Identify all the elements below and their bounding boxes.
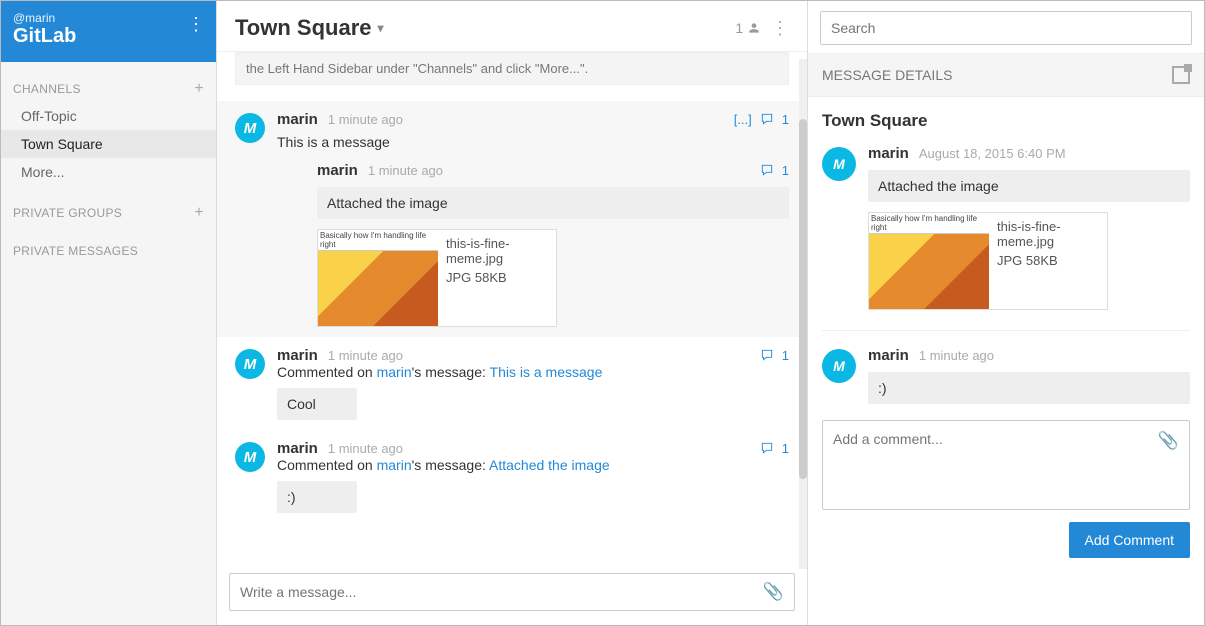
comment-icon[interactable] — [760, 163, 774, 178]
avatar: M — [822, 147, 856, 181]
post-author[interactable]: marin — [868, 347, 909, 364]
commented-on: Commented on marin's message: This is a … — [277, 364, 789, 380]
divider — [822, 330, 1190, 331]
attachment-meta: this-is-fine-meme.jpg JPG 58KB — [989, 213, 1107, 309]
comment-count: 1 — [782, 112, 789, 127]
post-body: Attached the image — [317, 187, 789, 219]
post-time: 1 minute ago — [368, 163, 443, 178]
post-body: :) — [277, 481, 357, 513]
private-messages-header: PRIVATE MESSAGES — [1, 226, 216, 262]
post-time: August 18, 2015 6:40 PM — [919, 146, 1066, 161]
search-input[interactable] — [820, 11, 1192, 45]
scrollbar[interactable] — [799, 59, 807, 569]
paperclip-icon[interactable]: 📎 — [763, 582, 784, 602]
details-root-post: M marin August 18, 2015 6:40 PM Attached… — [822, 145, 1190, 310]
channels-header: CHANNELS + — [1, 62, 216, 102]
avatar: M — [235, 442, 265, 472]
comment-count: 1 — [782, 163, 789, 178]
attachment-size: JPG 58KB — [997, 253, 1099, 268]
attachment[interactable]: this-is-fine-meme.jpg JPG 58KB — [317, 229, 557, 327]
post-author[interactable]: marin — [868, 145, 909, 162]
post-time: 1 minute ago — [328, 112, 403, 127]
team-header: @marin GitLab ⋮ — [1, 1, 216, 62]
sidebar-item-town-square[interactable]: Town Square — [1, 130, 216, 158]
avatar: M — [235, 349, 265, 379]
post-author[interactable]: marin — [277, 111, 318, 128]
add-channel-icon[interactable]: + — [194, 80, 204, 98]
commented-on: Commented on marin's message: Attached t… — [277, 457, 789, 473]
post-body: Attached the image — [868, 170, 1190, 202]
channel-menu-icon[interactable]: ⋮ — [771, 18, 789, 39]
expand-icon[interactable] — [1172, 66, 1190, 84]
avatar: M — [235, 113, 265, 143]
attachment[interactable]: this-is-fine-meme.jpg JPG 58KB — [868, 212, 1108, 310]
attachment-filename: this-is-fine-meme.jpg — [997, 219, 1099, 249]
sidebar-item-more-channels[interactable]: More... — [1, 158, 216, 186]
sidebar-item-off-topic[interactable]: Off-Topic — [1, 102, 216, 130]
post-comment: M marin 1 minute ago 1 Commented on mari… — [217, 430, 807, 523]
team-menu-icon[interactable]: ⋮ — [186, 15, 206, 33]
comment-icon[interactable] — [760, 441, 774, 456]
post-actions-icon[interactable]: [...] — [734, 112, 752, 127]
post-author[interactable]: marin — [317, 162, 358, 179]
comment-icon[interactable] — [760, 112, 774, 127]
team-name: GitLab — [13, 25, 204, 48]
center-column: Town Square ▾ 1 ⋮ the Left Hand Sidebar … — [217, 1, 808, 625]
comment-input-box: 📎 — [822, 420, 1190, 510]
attachment-filename: this-is-fine-meme.jpg — [446, 236, 548, 266]
message-details-title: MESSAGE DETAILS — [822, 67, 952, 83]
commented-on-message-link[interactable]: This is a message — [490, 364, 603, 380]
current-user: @marin — [13, 11, 204, 25]
channel-intro-partial: the Left Hand Sidebar under "Channels" a… — [235, 52, 789, 85]
comment-count: 1 — [782, 348, 789, 363]
post-author[interactable]: marin — [277, 347, 318, 364]
attachment-thumbnail — [318, 230, 438, 326]
channels-title: CHANNELS — [13, 82, 81, 96]
post-time: 1 minute ago — [919, 348, 994, 363]
member-count[interactable]: 1 — [735, 20, 761, 36]
add-comment-button[interactable]: Add Comment — [1069, 522, 1190, 558]
comment-textarea[interactable] — [833, 431, 1179, 491]
channel-name[interactable]: Town Square ▾ — [235, 15, 384, 41]
attachment-meta: this-is-fine-meme.jpg JPG 58KB — [438, 230, 556, 326]
left-sidebar: @marin GitLab ⋮ CHANNELS + Off-Topic Tow… — [1, 1, 217, 625]
message-details-body: Town Square M marin August 18, 2015 6:40… — [808, 97, 1204, 625]
post-time: 1 minute ago — [328, 441, 403, 456]
avatar: M — [822, 349, 856, 383]
add-private-group-icon[interactable]: + — [194, 204, 204, 222]
commented-on-user-link[interactable]: marin — [377, 364, 412, 380]
compose-area: 📎 — [217, 563, 807, 625]
post-reply: marin 1 minute ago 1 Attached the image … — [317, 150, 789, 327]
attachment-thumbnail — [869, 213, 989, 309]
comment-count: 1 — [782, 441, 789, 456]
post-body: Cool — [277, 388, 357, 420]
message-list[interactable]: the Left Hand Sidebar under "Channels" a… — [217, 52, 807, 563]
commented-on-user-link[interactable]: marin — [377, 457, 412, 473]
comment-icon[interactable] — [760, 348, 774, 363]
post-author[interactable]: marin — [277, 440, 318, 457]
post-time: 1 minute ago — [328, 348, 403, 363]
scrollbar-thumb[interactable] — [799, 119, 807, 479]
message-details-header: MESSAGE DETAILS — [808, 53, 1204, 97]
chevron-down-icon: ▾ — [378, 21, 384, 35]
message-input[interactable] — [240, 584, 763, 600]
right-sidebar: MESSAGE DETAILS Town Square M marin Augu… — [808, 1, 1204, 625]
commented-on-message-link[interactable]: Attached the image — [489, 457, 610, 473]
private-groups-header: PRIVATE GROUPS + — [1, 186, 216, 226]
paperclip-icon[interactable]: 📎 — [1158, 431, 1179, 451]
post-comment: M marin 1 minute ago 1 Commented on mari… — [217, 337, 807, 430]
channel-name-text: Town Square — [235, 15, 372, 41]
channel-header: Town Square ▾ 1 ⋮ — [217, 1, 807, 52]
private-groups-title: PRIVATE GROUPS — [13, 206, 122, 220]
post-root: M marin 1 minute ago [...] 1 This is a m… — [217, 101, 807, 337]
attachment-size: JPG 58KB — [446, 270, 548, 285]
post-body: This is a message — [277, 134, 789, 150]
person-icon — [747, 20, 761, 36]
details-comment: M marin 1 minute ago :) — [822, 347, 1190, 404]
details-channel-name: Town Square — [822, 111, 1190, 131]
post-body: :) — [868, 372, 1190, 404]
private-messages-title: PRIVATE MESSAGES — [13, 244, 138, 258]
